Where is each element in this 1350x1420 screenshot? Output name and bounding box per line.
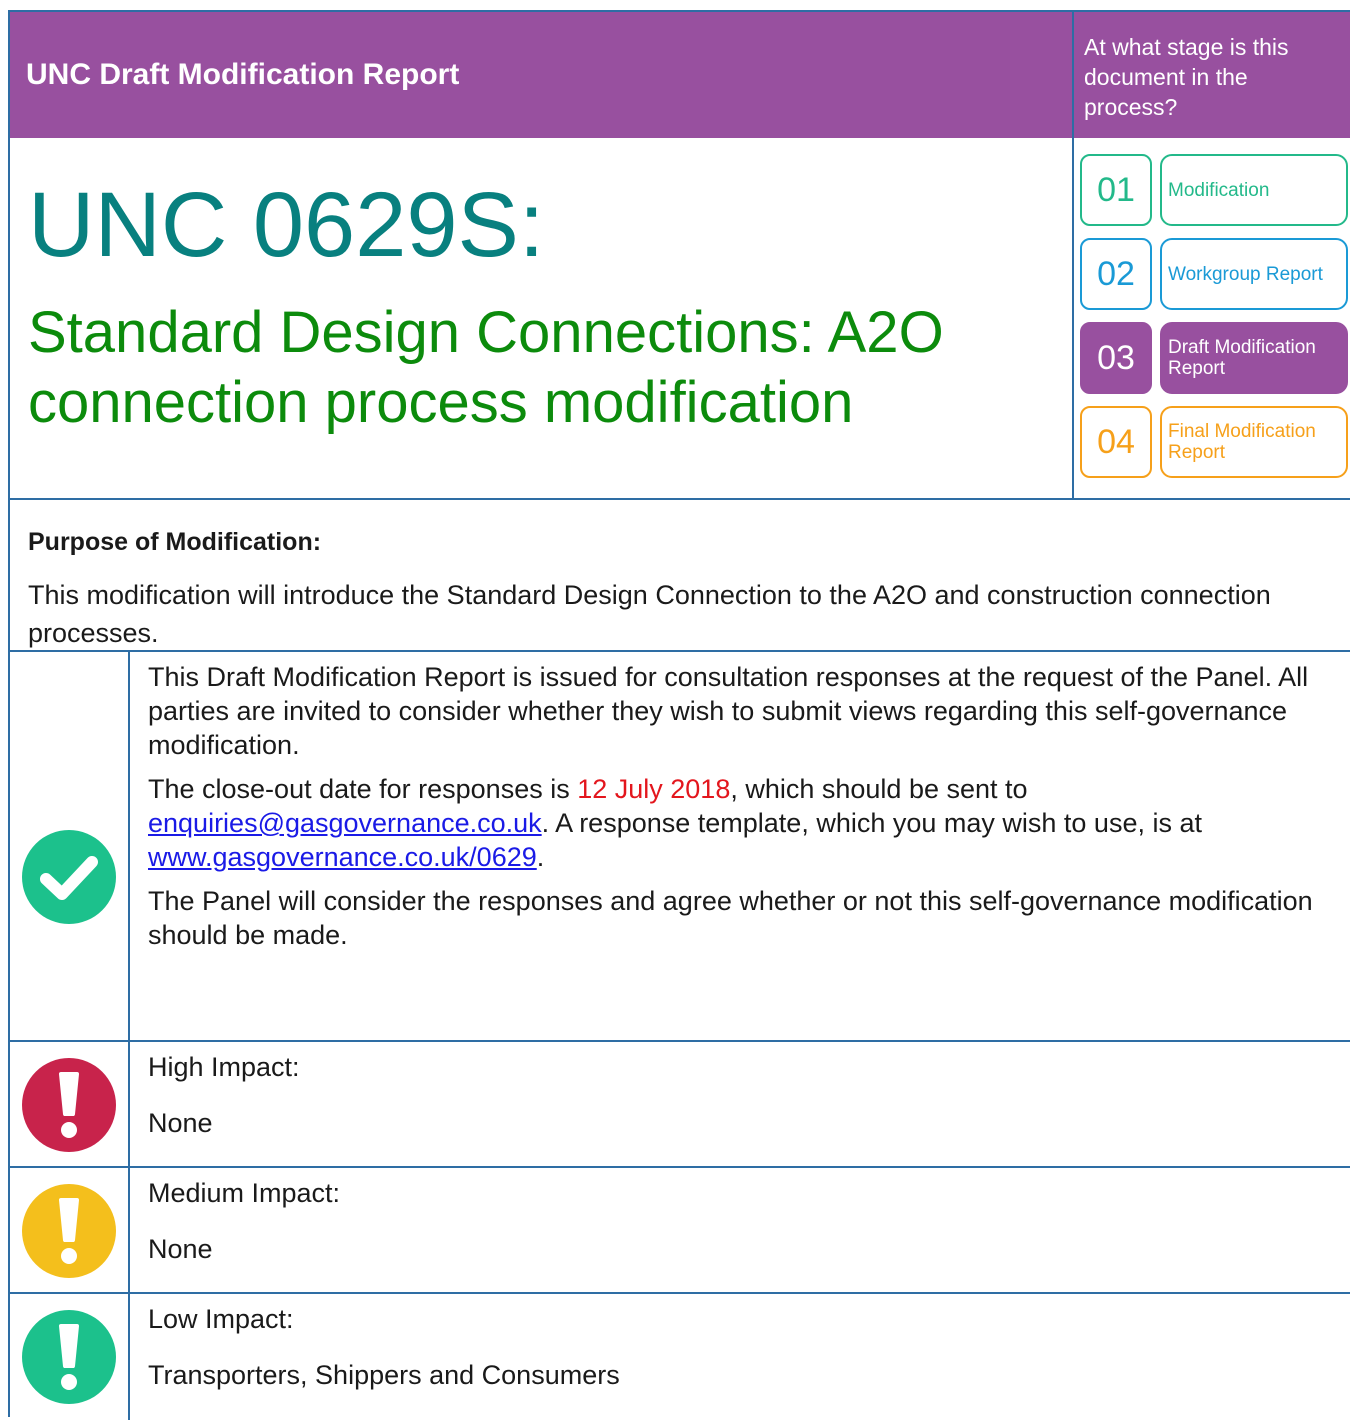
impact-value: None: [148, 1108, 213, 1138]
consultation-content: This Draft Modification Report is issued…: [148, 660, 1348, 962]
stage-label: Modification: [1160, 154, 1348, 226]
stage-label: Final Modification Report: [1160, 406, 1348, 478]
low-impact-row: Low Impact: Transporters, Shippers and C…: [10, 1294, 1350, 1420]
impact-content: Medium Impact: None: [148, 1176, 1348, 1276]
consultation-row: This Draft Modification Report is issued…: [10, 652, 1350, 1042]
impact-icon-cell: [10, 1042, 130, 1166]
stage-02: 02 Workgroup Report: [1080, 238, 1350, 310]
report-type-title: UNC Draft Modification Report: [26, 58, 460, 91]
impact-value: Transporters, Shippers and Consumers: [148, 1360, 620, 1390]
text-run: The close-out date for responses is: [148, 774, 578, 804]
purpose-heading: Purpose of Modification:: [28, 528, 322, 556]
exclamation-icon: [22, 1184, 116, 1278]
stage-01: 01 Modification: [1080, 154, 1350, 226]
stage-label: Workgroup Report: [1160, 238, 1348, 310]
template-link[interactable]: www.gasgovernance.co.uk/0629: [148, 842, 537, 872]
impact-value: None: [148, 1234, 213, 1264]
medium-impact-row: Medium Impact: None: [10, 1168, 1350, 1294]
stage-number: 03: [1080, 322, 1152, 394]
stage-number: 01: [1080, 154, 1152, 226]
purpose-text: This modification will introduce the Sta…: [28, 580, 1271, 648]
panel-paragraph: The Panel will consider the responses an…: [148, 886, 1313, 950]
impact-icon-cell: [10, 1168, 130, 1292]
checkmark-icon: [22, 830, 116, 924]
exclamation-icon: [22, 1058, 116, 1152]
text-run: . A response template, which you may wis…: [541, 808, 1202, 838]
modification-number: UNC 0629S:: [28, 174, 545, 276]
text-run: .: [536, 842, 545, 872]
text-run: , which should be sent to: [730, 774, 1028, 804]
email-link[interactable]: enquiries@gasgovernance.co.uk: [148, 808, 542, 838]
stage-indicator: 01 Modification 02 Workgroup Report 03 D…: [1072, 138, 1350, 498]
stage-number: 04: [1080, 406, 1152, 478]
close-out-date: 12 July 2018: [577, 774, 731, 804]
modification-title: Standard Design Connections: A2O connect…: [28, 300, 944, 435]
impact-icon-cell: [10, 1294, 130, 1420]
title-block: UNC 0629S: Standard Design Connections: …: [10, 138, 1350, 500]
impact-label: High Impact:: [148, 1052, 300, 1082]
stage-number: 02: [1080, 238, 1152, 310]
impact-label: Medium Impact:: [148, 1178, 341, 1208]
high-impact-row: High Impact: None: [10, 1042, 1350, 1168]
stage-question: At what stage is this document in the pr…: [1084, 34, 1289, 120]
stage-label: Draft Modification Report: [1160, 322, 1348, 394]
header-title-cell: UNC Draft Modification Report: [10, 12, 1072, 138]
stage-04: 04 Final Modification Report: [1080, 406, 1350, 478]
consultation-icon-cell: [10, 652, 130, 1040]
stage-03: 03 Draft Modification Report: [1080, 322, 1350, 394]
consultation-paragraph: This Draft Modification Report is issued…: [148, 662, 1309, 760]
header-stage-cell: At what stage is this document in the pr…: [1072, 12, 1350, 138]
impact-label: Low Impact:: [148, 1304, 294, 1334]
exclamation-icon: [22, 1310, 116, 1404]
close-out-paragraph: The close-out date for responses is 12 J…: [148, 772, 1348, 874]
report-header: UNC Draft Modification Report At what st…: [10, 10, 1350, 138]
purpose-section: Purpose of Modification: This modificati…: [10, 500, 1350, 652]
document-page: UNC Draft Modification Report At what st…: [8, 10, 1350, 1420]
impact-content: Low Impact: Transporters, Shippers and C…: [148, 1302, 1348, 1402]
impact-content: High Impact: None: [148, 1050, 1348, 1150]
